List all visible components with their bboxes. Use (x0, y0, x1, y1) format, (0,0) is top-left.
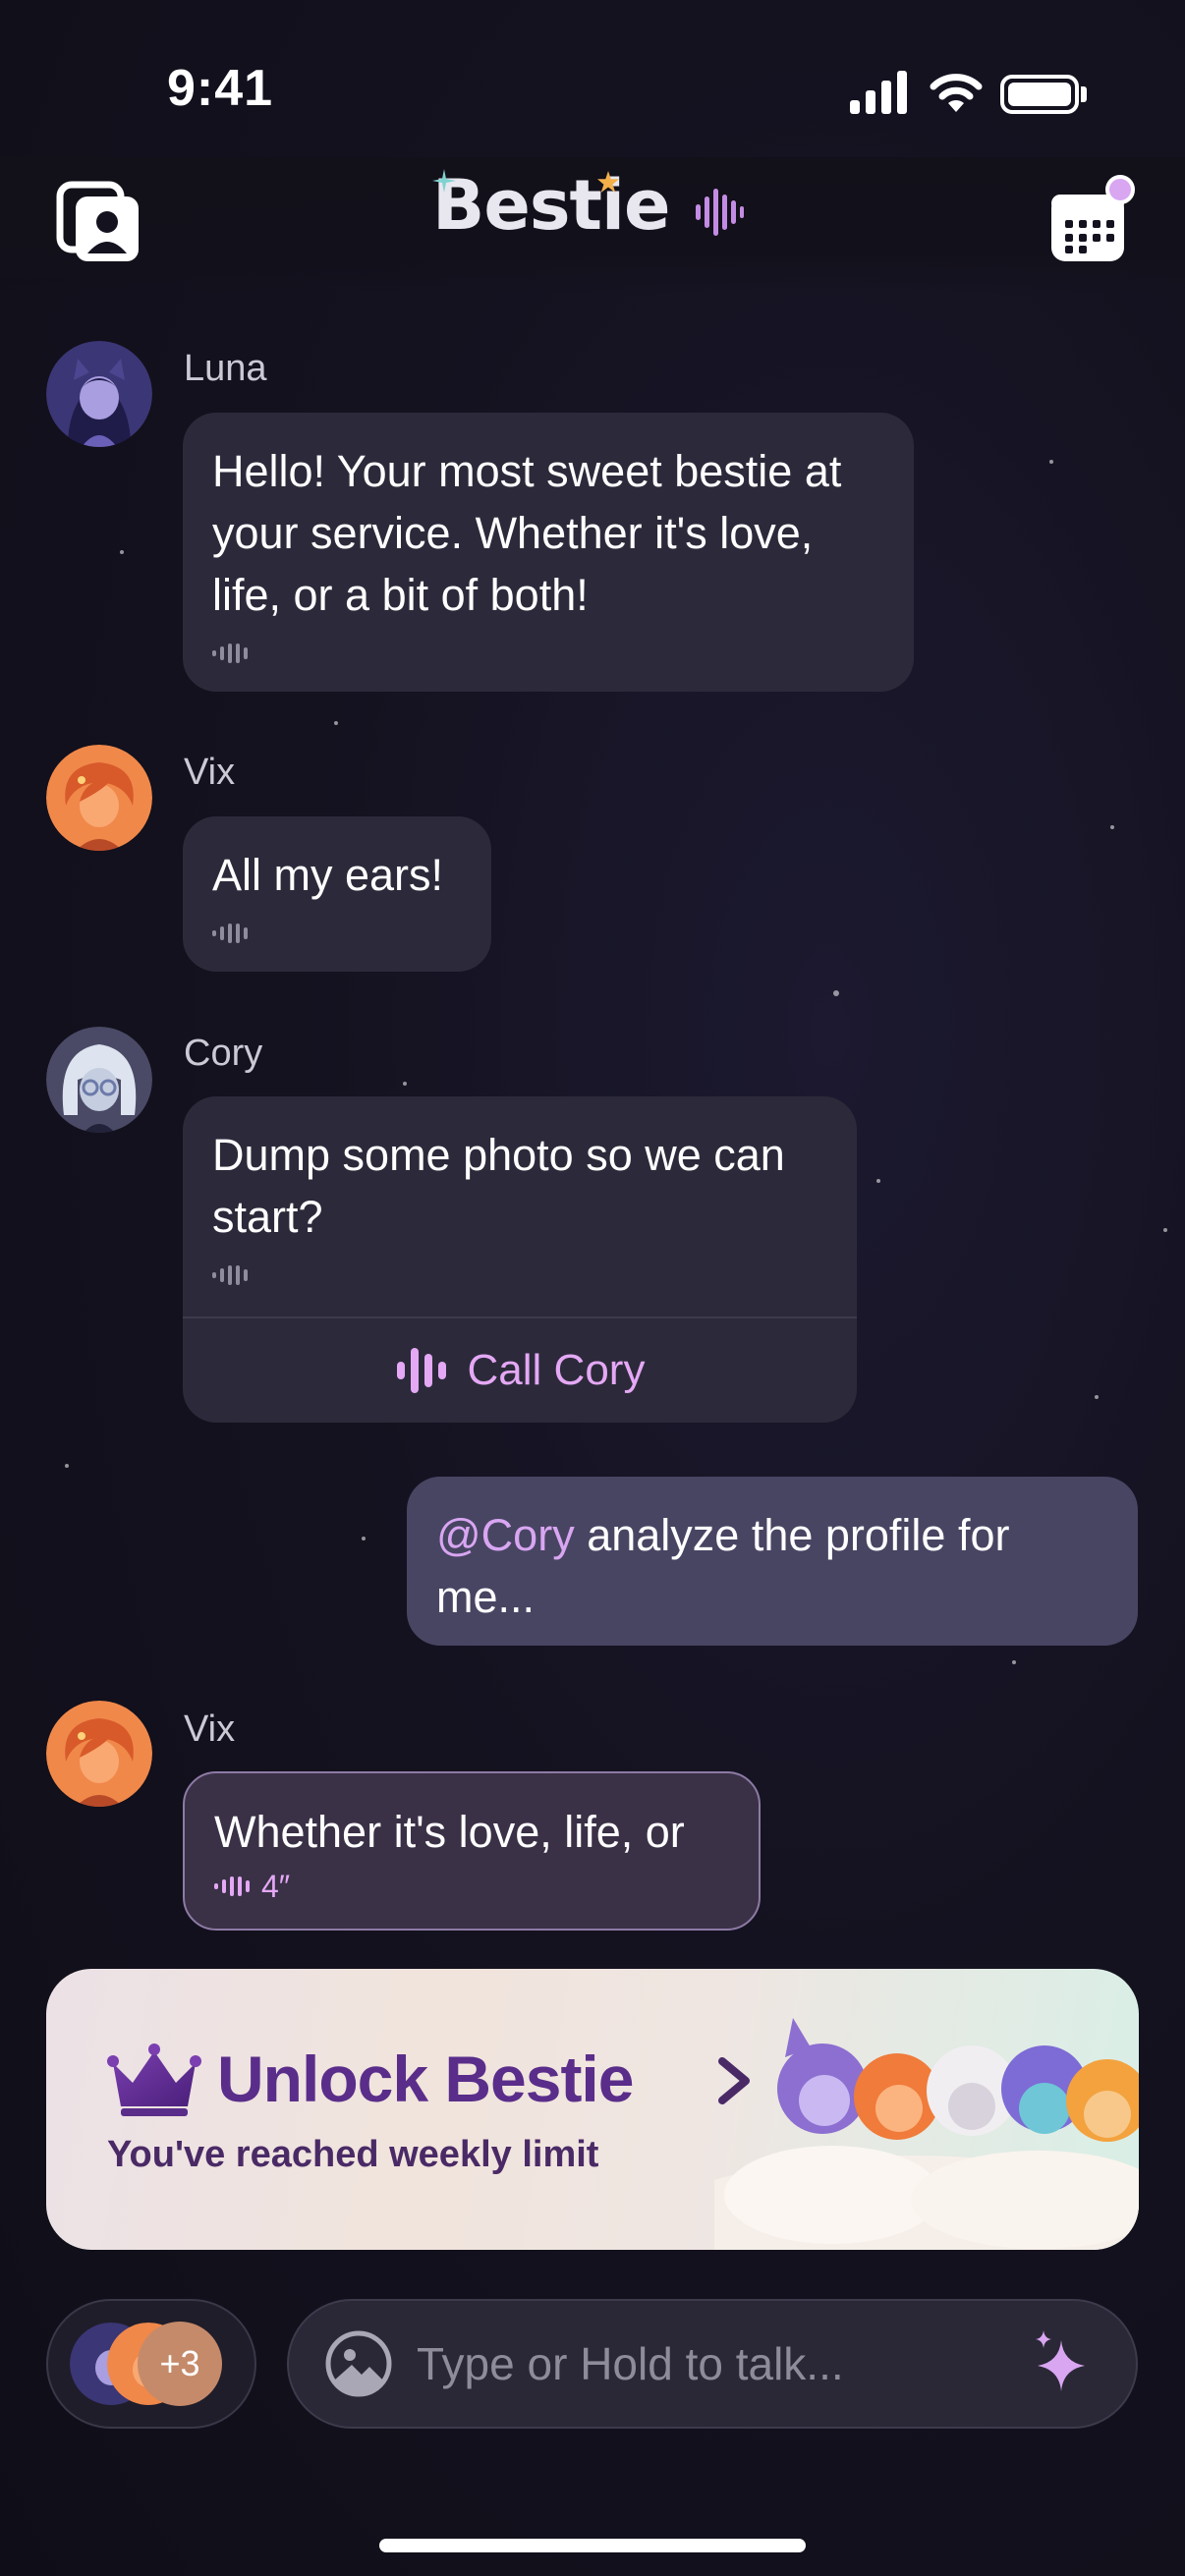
message-input[interactable]: Type or Hold to talk... (287, 2299, 1138, 2429)
avatar-vix[interactable] (46, 745, 152, 851)
battery-icon (1000, 75, 1079, 114)
voice-wave-icon[interactable] (694, 187, 745, 238)
message-bubble-typing[interactable]: Whether it's love, life, or 4″ (183, 1771, 761, 1931)
input-placeholder: Type or Hold to talk... (417, 2338, 844, 2389)
wifi-icon (930, 74, 983, 112)
status-time: 9:41 (167, 60, 274, 117)
sparkle-decoration-icon (432, 169, 456, 193)
message-bubble[interactable]: All my ears! (183, 816, 491, 972)
avatar-vix[interactable] (46, 1701, 152, 1807)
home-indicator (379, 2539, 806, 2552)
message-text: Whether it's love, life, or (214, 1807, 685, 1857)
call-label: Call Cory (467, 1346, 646, 1394)
star-decoration-icon (597, 171, 619, 193)
message-text: All my ears! (212, 850, 444, 900)
audio-wave-icon[interactable] (212, 920, 462, 947)
sender-name: Vix (184, 752, 236, 793)
sender-name: Luna (184, 348, 267, 389)
unlock-banner[interactable]: Unlock Bestie You've reached weekly limi… (46, 1969, 1139, 2250)
crown-icon (107, 2044, 201, 2116)
message-text: Dump some photo so we can start? (212, 1130, 785, 1242)
unlock-title: Unlock Bestie (217, 2043, 634, 2115)
mention-tag[interactable]: @Cory (436, 1510, 575, 1560)
sender-name: Vix (184, 1708, 236, 1750)
audio-playback[interactable]: 4″ (214, 1869, 729, 1904)
audio-duration: 4″ (261, 1868, 291, 1904)
message-bubble[interactable]: Dump some photo so we can start? Call Co… (183, 1096, 857, 1423)
message-bubble[interactable]: Hello! Your most sweet bestie at your se… (183, 413, 914, 692)
cellular-signal-icon (850, 71, 907, 114)
unlock-title-row: Unlock Bestie (107, 2042, 634, 2116)
sender-name: Cory (184, 1033, 263, 1074)
weekly-limit-text: You've reached weekly limit (107, 2134, 599, 2175)
my-message-bubble[interactable]: @Cory analyze the profile for me... (407, 1477, 1138, 1646)
profiles-icon[interactable] (56, 179, 142, 265)
message-text: Hello! Your most sweet bestie at your se… (212, 446, 842, 620)
sparkle-ai-icon[interactable] (1028, 2328, 1097, 2397)
voice-call-icon (396, 1348, 446, 1393)
audio-wave-icon[interactable] (212, 640, 884, 667)
photo-icon[interactable] (324, 2329, 393, 2398)
characters-on-cloud-illustration (714, 2018, 1139, 2250)
app-title: Bestie (432, 165, 670, 246)
battery-cap (1081, 86, 1087, 102)
avatar-luna[interactable] (46, 341, 152, 447)
extra-members-count[interactable]: +3 (138, 2322, 222, 2406)
avatar-cory[interactable] (46, 1027, 152, 1133)
message-text: @Cory analyze the profile for me... (436, 1504, 1108, 1628)
audio-wave-icon[interactable] (212, 1261, 827, 1289)
status-bar: 9:41 (0, 0, 1185, 157)
calendar-notification-dot (1105, 175, 1135, 204)
call-cory-button[interactable]: Call Cory (183, 1316, 857, 1423)
